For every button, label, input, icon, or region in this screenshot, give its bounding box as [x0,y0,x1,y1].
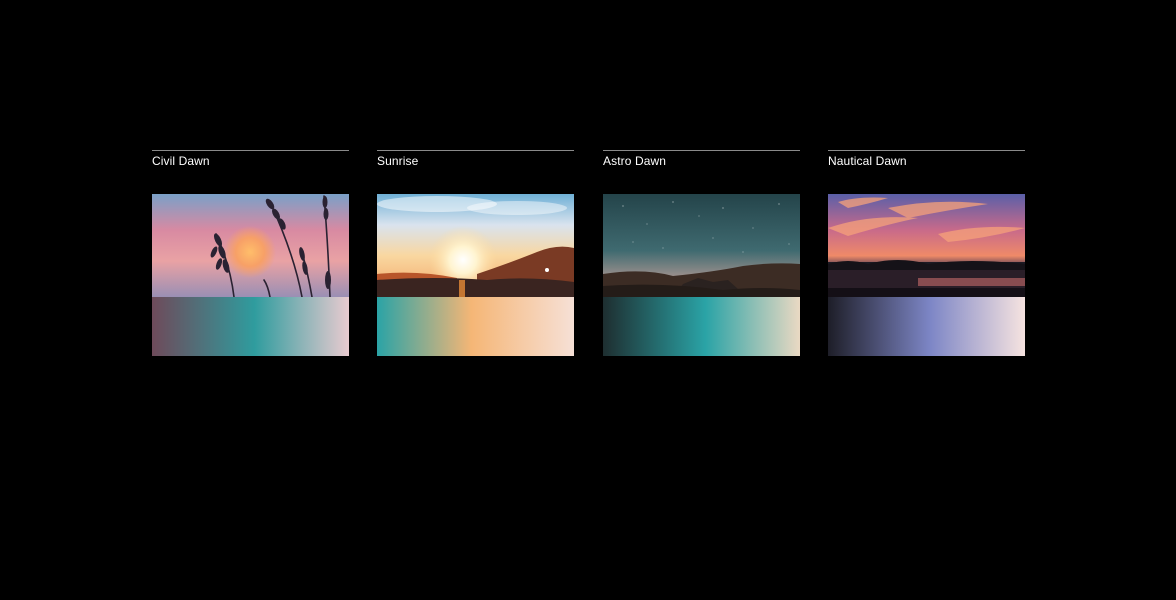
palette-card-civil-dawn[interactable]: Civil Dawn [152,150,349,356]
gradient-swatch[interactable] [377,297,574,356]
photo-nautical-dawn[interactable] [828,194,1025,297]
palette-card-nautical-dawn[interactable]: Nautical Dawn [828,150,1025,356]
photo-civil-dawn[interactable] [152,194,349,297]
divider-line [152,150,349,151]
divider-line [377,150,574,151]
card-title: Civil Dawn [152,154,210,168]
palette-card-astro-dawn[interactable]: Astro Dawn [603,150,800,356]
gradient-swatch[interactable] [152,297,349,356]
gradient-swatch[interactable] [603,297,800,356]
divider-line [603,150,800,151]
card-title: Nautical Dawn [828,154,907,168]
card-title: Sunrise [377,154,419,168]
palette-card-sunrise[interactable]: Sunrise [377,150,574,356]
divider-line [828,150,1025,151]
gradient-swatch[interactable] [828,297,1025,356]
card-title: Astro Dawn [603,154,667,168]
photo-sunrise[interactable] [377,194,574,297]
photo-astro-dawn[interactable] [603,194,800,297]
